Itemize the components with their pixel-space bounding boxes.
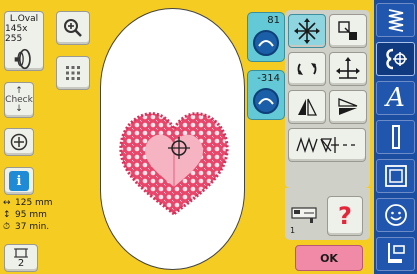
edit-icon	[385, 48, 407, 70]
thread-mode-button[interactable]	[376, 120, 415, 154]
grid-icon	[66, 66, 80, 80]
sewing-mode-button[interactable]	[376, 237, 415, 271]
time-readout: ⏱ 37 min.	[3, 222, 50, 232]
arc-arrow-icon	[258, 40, 274, 47]
knob-vertical-icon[interactable]	[253, 88, 279, 114]
stitch-pattern-icon	[296, 136, 355, 154]
check-size-button[interactable]: ↑ Check ↓	[4, 82, 34, 118]
sewing-machine-icon	[291, 207, 317, 223]
design-dimensions: ↔ 125 mm ↕ 95 mm ⏱ 37 min.	[3, 197, 53, 233]
mirror-horizontal-button[interactable]	[288, 90, 326, 124]
rotate-tool-button[interactable]	[288, 52, 326, 86]
presser-foot-icon	[387, 243, 405, 263]
heart-lace-design[interactable]	[101, 9, 245, 270]
vertical-position-value: -314	[257, 73, 280, 84]
width-readout: ↔ 125 mm	[3, 198, 53, 208]
clock-icon: ⏱	[3, 222, 11, 232]
scale-arrows-icon	[336, 57, 360, 79]
alphabet-mode-button[interactable]: A	[376, 81, 415, 115]
crosshair-circle-icon	[10, 133, 28, 151]
width-arrow-icon: ↔	[3, 198, 11, 208]
hoop-name: L.Oval	[9, 14, 39, 24]
smiley-icon	[384, 204, 407, 226]
mirror-vertical-button[interactable]	[329, 90, 367, 124]
thread-icon	[391, 125, 400, 149]
alphabet-icon: A	[386, 83, 405, 113]
embroidery-mode-button[interactable]	[376, 3, 415, 37]
arc-arrow-icon	[258, 98, 274, 105]
vertical-position-knob[interactable]: -314	[247, 70, 285, 120]
stitch-pattern-button[interactable]	[288, 128, 366, 162]
horizontal-position-value: 81	[267, 15, 280, 26]
sewing-step-indicator: 1	[290, 226, 296, 235]
info-button[interactable]: i	[4, 167, 34, 195]
mirror-vertical-icon	[338, 98, 358, 115]
edit-mode-button[interactable]	[376, 42, 415, 76]
rotate-icon	[297, 63, 317, 75]
move-tool-button[interactable]	[288, 14, 326, 48]
hoop-size: 145x 255	[5, 24, 28, 44]
frame-mode-button[interactable]	[376, 159, 415, 193]
horizontal-position-knob[interactable]: 81	[247, 12, 285, 62]
resize-corner-icon	[338, 21, 357, 40]
arrow-down-icon: ↓	[15, 104, 23, 114]
move-arrows-icon	[294, 18, 320, 44]
grid-button[interactable]	[56, 56, 90, 90]
hoop-select-button[interactable]: L.Oval 145x 255	[4, 11, 44, 71]
help-question-icon: ?	[338, 202, 352, 230]
repeat-button[interactable]: 2	[4, 244, 38, 272]
knob-horizontal-icon[interactable]	[253, 30, 279, 56]
resize-tool-button[interactable]	[329, 14, 367, 48]
arrow-up-icon: ↑	[15, 86, 23, 96]
ok-button[interactable]: OK	[295, 245, 363, 271]
personal-mode-button[interactable]	[376, 198, 415, 232]
info-icon: i	[9, 171, 29, 191]
mirror-horizontal-icon	[298, 98, 318, 116]
scale-tool-button[interactable]	[329, 52, 367, 86]
hoop-canvas[interactable]	[100, 8, 245, 270]
zoom-button[interactable]	[56, 11, 90, 45]
center-design-button[interactable]	[4, 128, 34, 156]
repeat-count: 2	[17, 258, 25, 269]
edit-tool-panel	[285, 10, 370, 188]
magnifier-plus-icon	[64, 19, 82, 37]
hoop-icon	[14, 48, 31, 70]
embroidery-icon	[388, 9, 403, 32]
help-button[interactable]: ?	[327, 196, 363, 236]
frame-icon	[384, 165, 407, 187]
height-readout: ↕ 95 mm	[3, 210, 47, 220]
height-arrow-icon: ↕	[3, 210, 11, 220]
main-sidebar: A	[374, 0, 417, 274]
